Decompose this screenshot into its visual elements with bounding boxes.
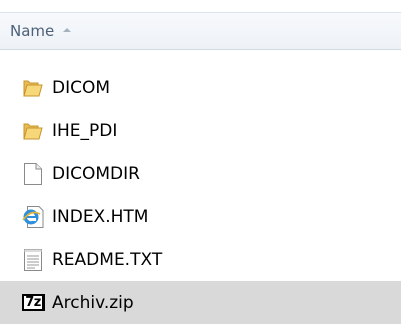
folder-icon — [21, 117, 45, 145]
file-name: IHE_PDI — [52, 120, 118, 141]
file-row-readme-txt[interactable]: README.TXT — [0, 238, 401, 281]
file-row-archiv-zip[interactable]: 7z Archiv.zip — [0, 281, 401, 324]
7zip-archive-icon: 7z — [21, 289, 45, 317]
sort-ascending-icon — [63, 27, 72, 32]
text-file-icon — [21, 246, 45, 274]
file-name: DICOM — [52, 77, 111, 98]
file-row-index-htm[interactable]: INDEX.HTM — [0, 195, 401, 238]
html-file-icon — [21, 203, 45, 231]
folder-icon — [21, 74, 45, 102]
file-name: INDEX.HTM — [52, 206, 149, 227]
column-header-row: Name — [0, 12, 401, 50]
file-explorer-window: Name DICOM IHE_PDI DICOMDIR INDEX.HTM RE… — [0, 0, 401, 327]
file-row-ihe-pdi[interactable]: IHE_PDI — [0, 109, 401, 152]
name-column-label: Name — [10, 22, 55, 40]
file-name: DICOMDIR — [52, 163, 140, 184]
top-strip — [0, 0, 401, 12]
file-name: README.TXT — [52, 249, 163, 270]
file-list: DICOM IHE_PDI DICOMDIR INDEX.HTM README.… — [0, 66, 401, 324]
file-row-dicomdir[interactable]: DICOMDIR — [0, 152, 401, 195]
name-column-header[interactable]: Name — [0, 13, 401, 49]
file-icon — [21, 160, 45, 188]
file-row-dicom[interactable]: DICOM — [0, 66, 401, 109]
file-name: Archiv.zip — [52, 292, 134, 313]
